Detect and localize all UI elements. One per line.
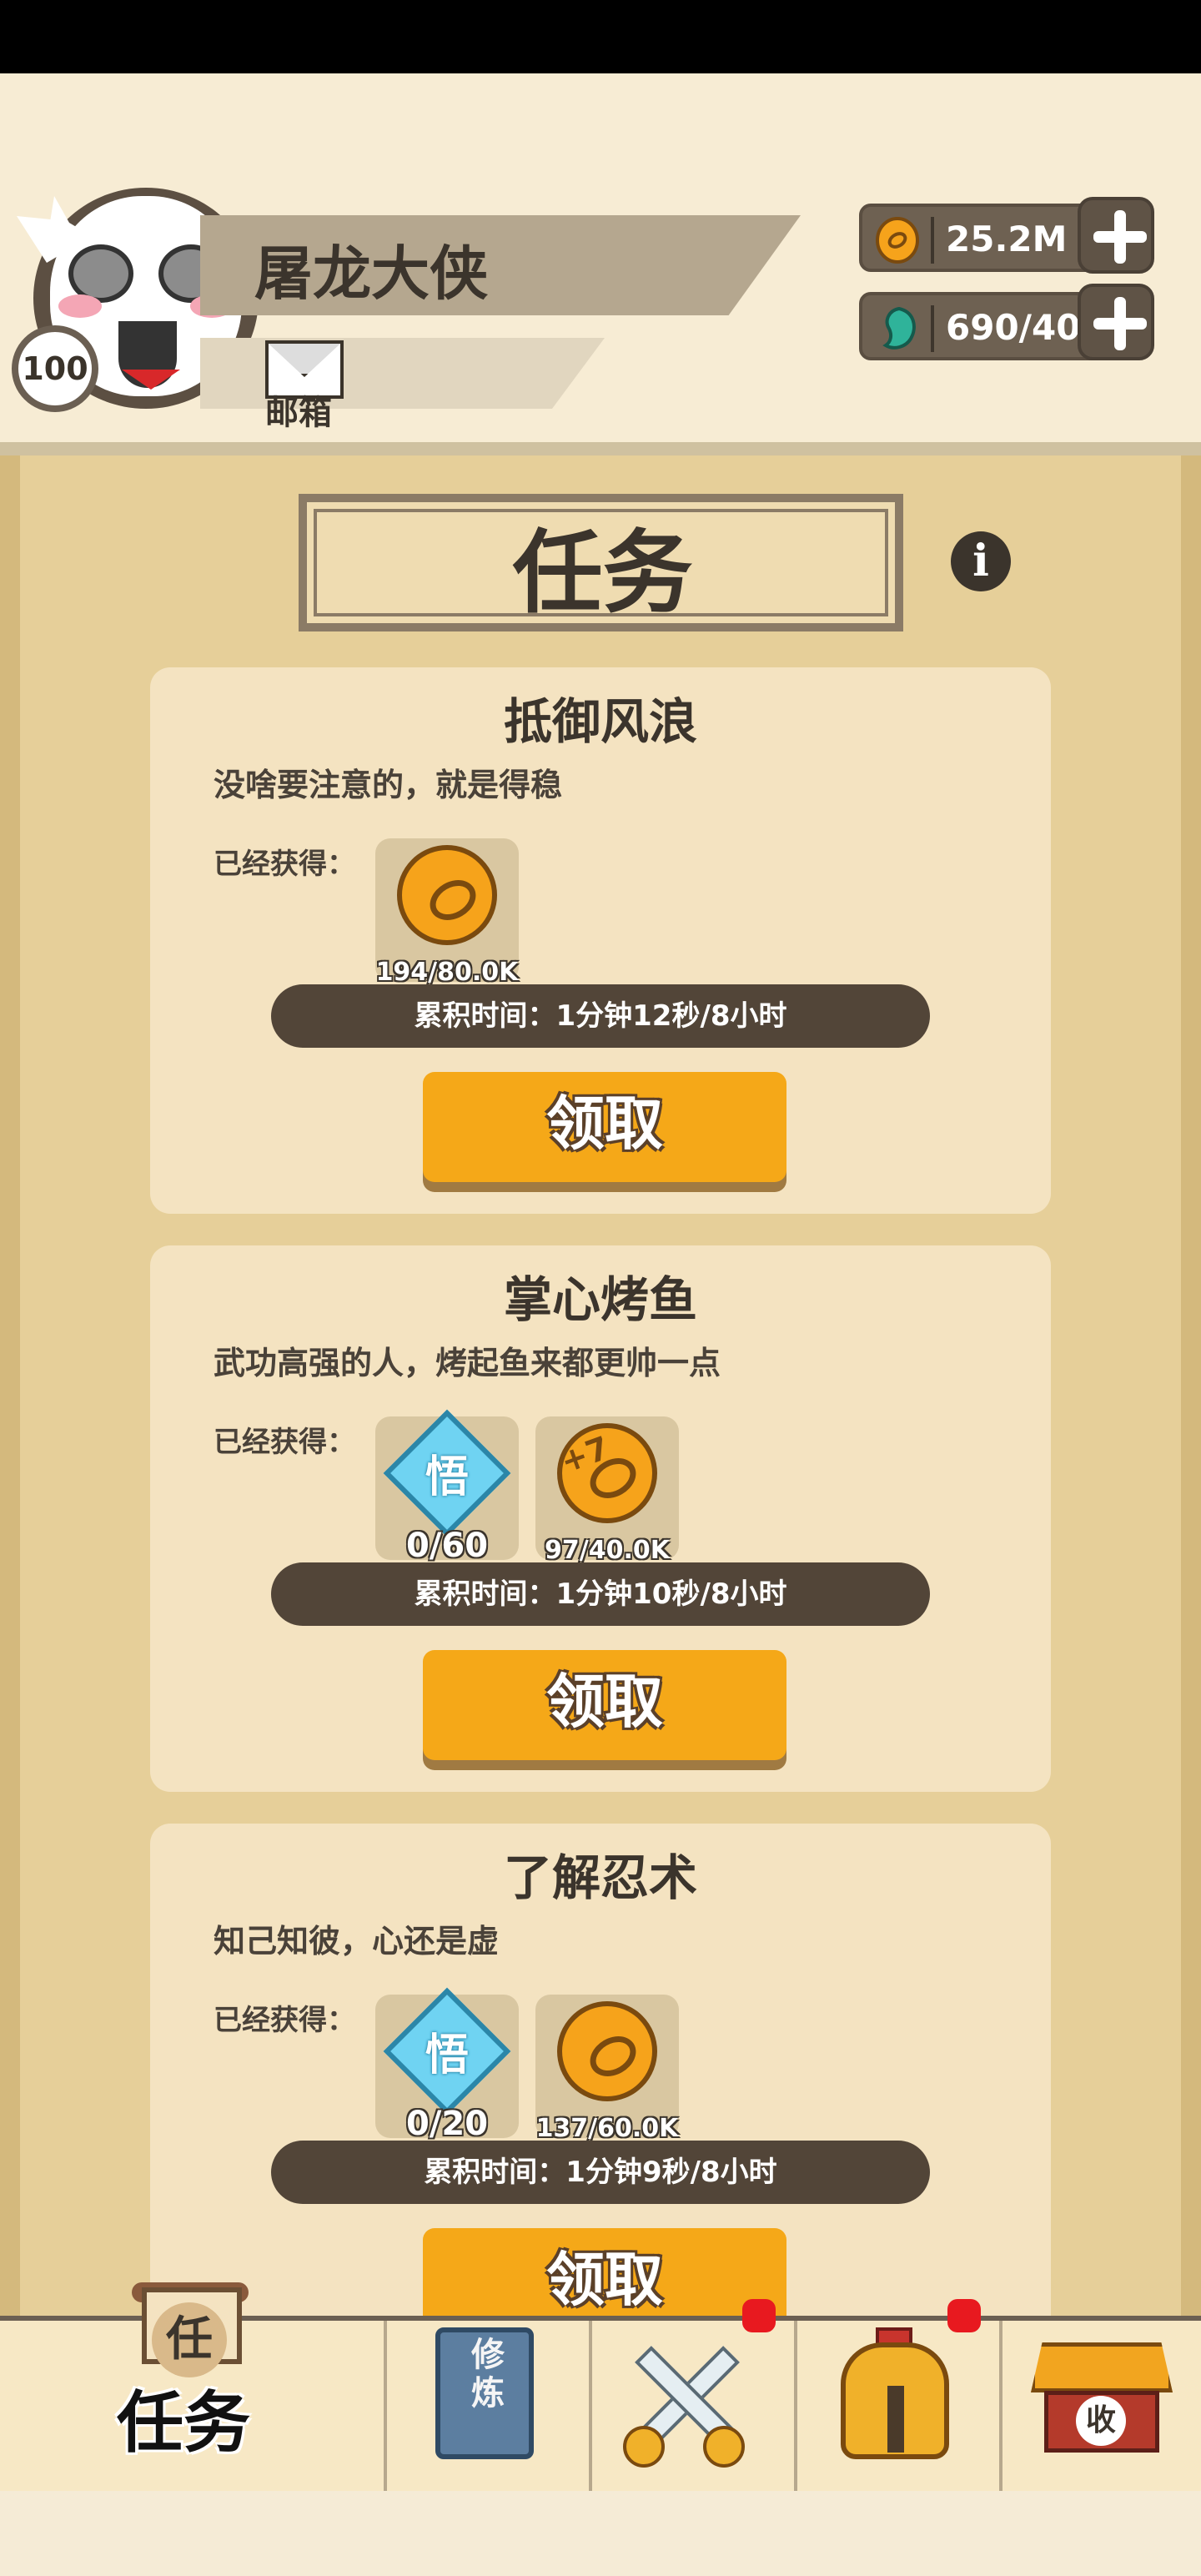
battle-notification-dot [742, 2299, 776, 2332]
nav-tasks-label[interactable]: 任务 [117, 2369, 250, 2466]
task-description: 没啥要注意的，就是得稳 [214, 767, 563, 803]
add-gems-button[interactable] [1078, 284, 1154, 360]
level-badge: 100 [12, 325, 98, 412]
accumulated-time: 累积时间：1分钟12秒/8小时 [271, 984, 930, 1048]
shop-sign: 收 [1076, 2396, 1126, 2446]
task-title: 抵御风浪 [503, 693, 697, 750]
info-icon[interactable]: i [951, 531, 1011, 591]
sword-hilt [623, 2426, 665, 2468]
header-divider [0, 442, 1201, 455]
page-title: 任务 [512, 521, 693, 626]
coin-icon [876, 217, 919, 264]
coin-separator [931, 217, 934, 264]
reward-slot[interactable]: 悟 0/20 [375, 1987, 519, 2143]
accumulated-time: 累积时间：1分钟10秒/8小时 [271, 1562, 930, 1626]
status-bar [0, 0, 1201, 73]
avatar-blush-left [58, 294, 102, 318]
mail-plate [200, 338, 605, 409]
bottom-safe-area [0, 2491, 1201, 2576]
equipment-notification-dot [947, 2299, 981, 2332]
add-coins-button[interactable] [1078, 197, 1154, 274]
task-title: 了解忍术 [503, 1849, 697, 1906]
sword-hilt [703, 2426, 745, 2468]
earned-label: 已经获得： [214, 2004, 355, 2037]
claim-button[interactable]: 领取 [423, 1650, 786, 1760]
reward-count: 0/20 [405, 2105, 489, 2143]
reward-count: 97/40.0K [545, 1536, 670, 1565]
task-card: 了解忍术 知己知彼，心还是虚 已经获得： 悟 0/20 137/60.0K 累积… [150, 1824, 1051, 2370]
gem-value: 690/40 [946, 307, 1081, 348]
task-card: 掌心烤鱼 武功高强的人，烤起鱼来都更帅一点 已经获得： 悟 0/60 +7 97… [150, 1245, 1051, 1792]
coin-icon [397, 845, 497, 945]
earned-label: 已经获得： [214, 1426, 355, 1459]
claim-button[interactable]: 领取 [423, 1072, 786, 1182]
reward-slot[interactable]: 194/80.0K [375, 838, 519, 987]
earned-label: 已经获得： [214, 848, 355, 881]
tasks-char-icon: 任 [152, 2302, 227, 2377]
task-description: 知己知彼，心还是虚 [214, 1923, 500, 1960]
reward-count: 194/80.0K [375, 958, 519, 987]
task-title: 掌心烤鱼 [503, 1271, 697, 1328]
helmet-slot [887, 2386, 904, 2453]
player-name: 屠龙大侠 [254, 239, 488, 308]
coin-icon [557, 2001, 657, 2101]
cultivation-book-text: 修炼 [471, 2336, 505, 2412]
task-description: 武功高强的人，烤起鱼来都更帅一点 [214, 1345, 721, 1381]
mail-label[interactable]: 邮箱 [265, 385, 332, 434]
shop-roof-icon [1031, 2342, 1173, 2392]
gem-separator [931, 305, 934, 352]
gem-char: 悟 [425, 2030, 469, 2080]
reward-slot[interactable]: 悟 0/60 [375, 1409, 519, 1565]
reward-count: 137/60.0K [535, 2114, 679, 2143]
gem-char: 悟 [425, 1452, 469, 1502]
reward-slot[interactable]: 137/60.0K [535, 1995, 679, 2143]
task-card: 抵御风浪 没啥要注意的，就是得稳 已经获得： 194/80.0K 累积时间：1分… [150, 667, 1051, 1214]
reward-slot[interactable]: +7 97/40.0K [535, 1416, 679, 1565]
reward-count: 0/60 [405, 1527, 489, 1565]
coin-value: 25.2M [946, 219, 1068, 259]
accumulated-time: 累积时间：1分钟9秒/8小时 [271, 2141, 930, 2204]
crossed-swords-icon[interactable] [621, 2336, 746, 2468]
jade-drop-icon [882, 306, 916, 350]
